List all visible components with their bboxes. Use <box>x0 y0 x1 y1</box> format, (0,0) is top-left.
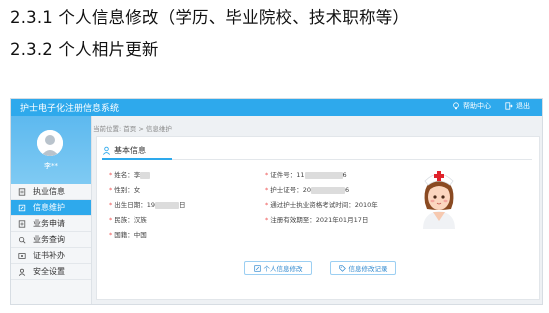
edit-personal-info-button[interactable]: 个人信息修改 <box>244 261 312 275</box>
lightbulb-icon <box>453 102 459 110</box>
field-exam-date: * 通过护士执业资格考试时间：2010年 <box>265 201 378 209</box>
section-divider <box>102 158 532 160</box>
field-birth-label: 出生日期： <box>114 201 147 209</box>
app-title: 护士电子化注册信息系统 <box>20 104 120 114</box>
modification-records-button[interactable]: 信息修改记录 <box>330 261 396 275</box>
doc-heading-photo-update: 2.3.2 个人相片更新 <box>10 40 159 59</box>
logout-label: 退出 <box>516 102 530 110</box>
sidebar-menu: 执业信息 信息维护 业务申请 业务查询 证书补办 安全设置 <box>11 184 91 280</box>
top-bar: 护士电子化注册信息系统 帮助中心 退出 <box>11 99 542 116</box>
field-registration-validity: * 注册有效期至：2021年01月17日 <box>265 216 369 224</box>
username: 李** <box>44 162 58 170</box>
field-cert-label: 护士证号： <box>270 186 303 194</box>
field-id-label: 证件号： <box>270 171 297 179</box>
field-birth-date: * 出生日期：19 日 <box>109 201 186 209</box>
security-icon <box>18 268 26 276</box>
sidebar: 李** 执业信息 信息维护 业务申请 业务查询 证书补办 安全设置 <box>11 116 92 304</box>
tag-icon <box>338 264 346 272</box>
redacted-mask <box>155 201 180 209</box>
license-icon <box>18 187 26 196</box>
field-cert-suffix: 6 <box>345 186 350 194</box>
field-name-label: 姓名： <box>114 171 134 179</box>
profile-card: 李** <box>11 116 91 184</box>
certificate-icon <box>18 252 26 259</box>
sidebar-item-label: 安全设置 <box>33 267 65 276</box>
field-validity-label: 注册有效期至： <box>270 216 316 224</box>
field-nurse-cert: * 护士证号：20 6 <box>265 186 350 194</box>
breadcrumb: 当前位置: 首页 > 信息维护 <box>93 125 172 133</box>
field-name: * 姓名：李 <box>109 169 151 179</box>
field-ethnicity-label: 民族： <box>114 216 134 224</box>
redacted-mask <box>311 186 346 194</box>
field-nationality-value: 中国 <box>133 231 147 239</box>
sidebar-item-info-maintenance[interactable]: 信息维护 <box>11 200 91 216</box>
sidebar-item-label: 业务查询 <box>33 235 65 244</box>
field-validity-value: 2021年01月17日 <box>315 216 369 224</box>
field-nationality-label: 国籍： <box>114 231 134 239</box>
nurse-photo[interactable] <box>417 165 461 229</box>
user-avatar-icon <box>37 130 63 156</box>
basic-info-panel: 基本信息 * 姓名：李 * 性别：女 * 出生日期：19 日 * 民族：汉族 * 国籍：中国… <box>96 136 540 300</box>
field-exam-label: 通过护士执业资格考试时间： <box>270 201 355 209</box>
help-center-label: 帮助中心 <box>463 102 491 110</box>
avatar[interactable] <box>37 130 63 156</box>
sidebar-item-certificate-reissue[interactable]: 证书补办 <box>11 248 91 264</box>
sidebar-item-security-settings[interactable]: 安全设置 <box>11 264 91 280</box>
field-ethnicity: * 民族：汉族 <box>109 216 147 224</box>
nurse-avatar-icon <box>417 165 461 229</box>
field-gender-value: 女 <box>133 186 141 194</box>
field-birth-suffix: 日 <box>179 201 186 209</box>
edit-info-icon <box>18 204 26 211</box>
field-nationality: * 国籍：中国 <box>109 231 147 239</box>
help-center-link[interactable]: 帮助中心 <box>452 101 491 111</box>
logout-icon <box>505 102 513 110</box>
sidebar-item-practice-info[interactable]: 执业信息 <box>11 184 91 200</box>
field-exam-value: 2010年 <box>354 201 378 209</box>
apply-icon <box>18 219 26 228</box>
doc-heading-personal-info: 2.3.1 个人信息修改（学历、毕业院校、技术职称等） <box>10 8 410 27</box>
field-ethnicity-value: 汉族 <box>133 216 147 224</box>
section-title-label: 基本信息 <box>114 146 146 155</box>
redacted-mask <box>140 171 151 179</box>
sidebar-item-label: 业务申请 <box>33 219 65 228</box>
field-id-number: * 证件号：11 6 <box>265 171 347 179</box>
app-window: 护士电子化注册信息系统 帮助中心 退出 李** 执业信息 信息维护 业务申请 业… <box>10 98 543 305</box>
sidebar-item-label: 信息维护 <box>33 203 65 212</box>
logout-link[interactable]: 退出 <box>505 101 530 111</box>
query-icon <box>18 236 26 243</box>
field-id-suffix: 6 <box>342 171 347 179</box>
field-id-prefix: 11 <box>296 171 305 179</box>
sidebar-item-business-query[interactable]: 业务查询 <box>11 232 91 248</box>
sidebar-item-business-apply[interactable]: 业务申请 <box>11 216 91 232</box>
sidebar-item-label: 执业信息 <box>33 187 65 196</box>
field-birth-prefix: 19 <box>146 201 156 209</box>
field-cert-prefix: 20 <box>302 186 312 194</box>
section-title: 基本信息 <box>102 145 146 156</box>
field-gender-label: 性别： <box>114 186 134 194</box>
field-gender: * 性别：女 <box>109 186 141 194</box>
user-icon <box>102 146 111 155</box>
edit-icon <box>253 264 261 272</box>
redacted-mask <box>304 171 343 179</box>
edit-personal-info-label: 个人信息修改 <box>263 265 303 273</box>
modification-records-label: 信息修改记录 <box>348 265 388 273</box>
sidebar-item-label: 证书补办 <box>33 251 65 260</box>
